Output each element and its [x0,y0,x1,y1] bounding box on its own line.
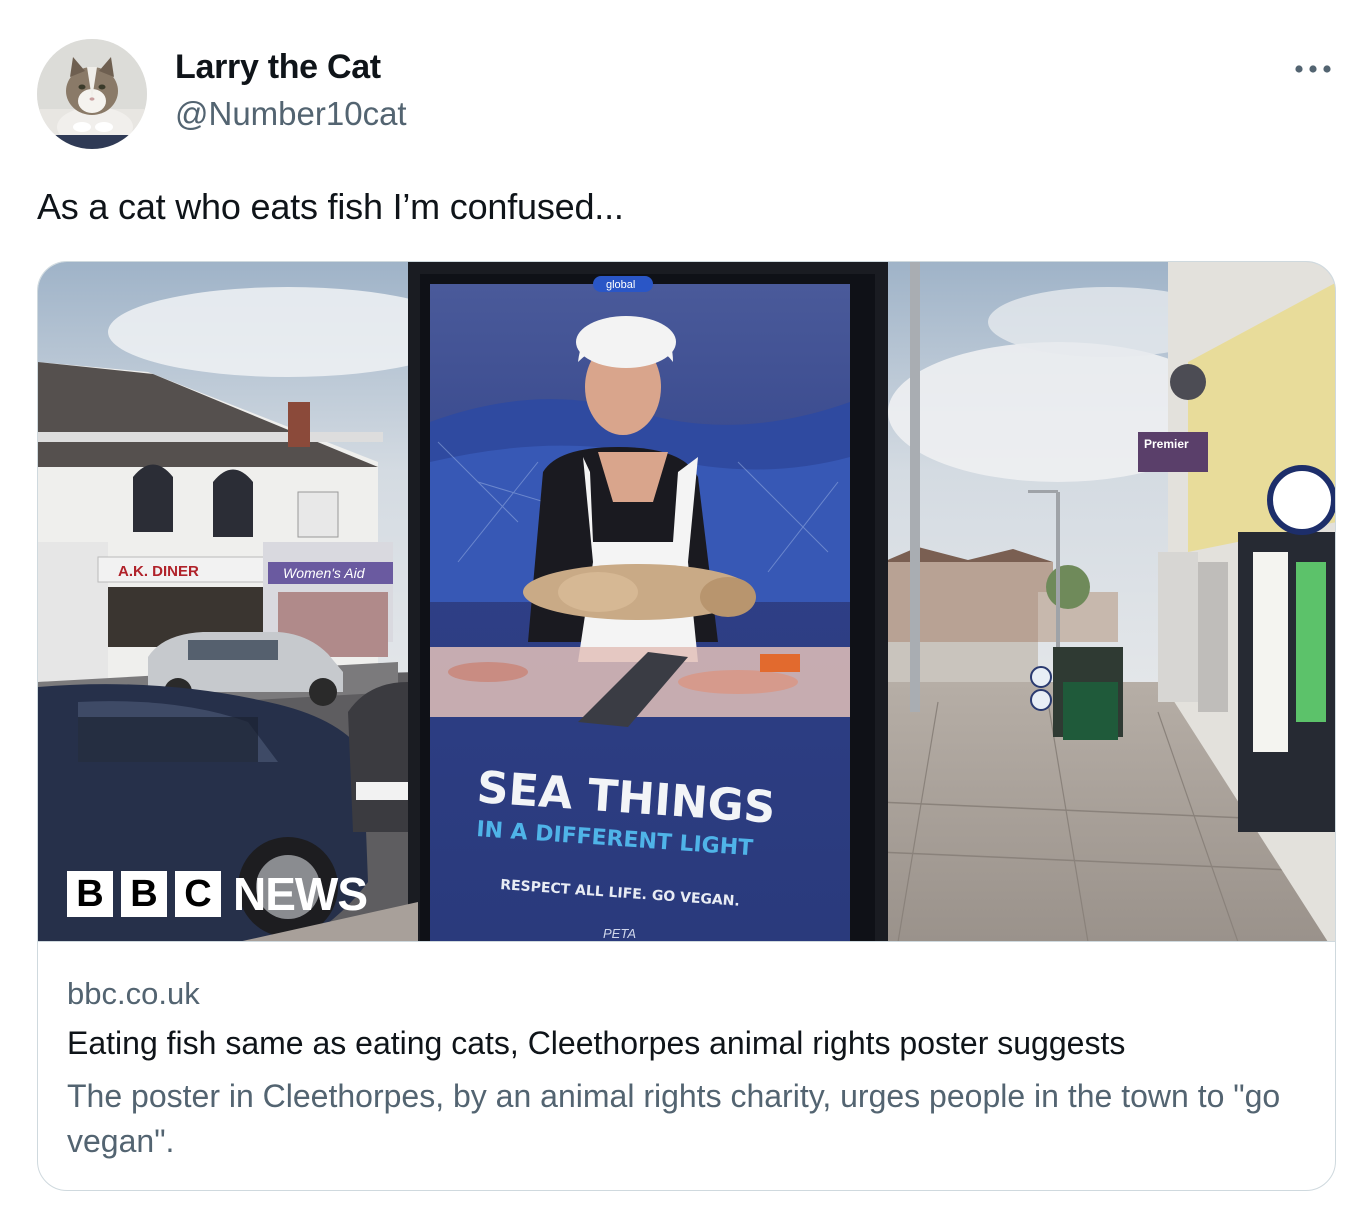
author-display-name[interactable]: Larry the Cat [175,48,381,87]
street-poster-photo: A.K. DINER Women's Aid Premier global SE… [38,262,1335,941]
link-card[interactable]: A.K. DINER Women's Aid Premier global SE… [37,261,1336,1191]
link-card-image: A.K. DINER Women's Aid Premier global SE… [38,262,1335,942]
bbc-block-b2: B [121,871,167,917]
link-card-description: The poster in Cleethorpes, by an animal … [67,1078,1281,1159]
avatar[interactable] [37,39,147,149]
bbc-news-wordmark: NEWS [233,868,368,920]
bbc-block-c: C [175,871,221,917]
link-card-domain: bbc.co.uk [67,976,200,1011]
tweet-text: As a cat who eats fish I’m confused... [37,186,624,227]
link-card-title: Eating fish same as eating cats, Cleetho… [67,1025,1126,1061]
poster-brand: global [606,279,635,291]
bbc-block-b1: B [67,871,113,917]
premier-sign: Premier [1144,437,1189,451]
womens-aid-sign: Women's Aid [283,565,366,581]
more-horizontal-icon [1295,65,1331,73]
poster-org: PETA [603,926,636,941]
tweet: Larry the Cat @Number10cat As a cat who … [0,0,1356,1226]
more-options-button[interactable] [1288,52,1338,86]
diner-sign: A.K. DINER [118,563,199,580]
cat-avatar-icon [37,39,147,149]
author-handle[interactable]: @Number10cat [175,95,407,133]
bbc-news-logo: B B C NEWS [67,867,368,921]
